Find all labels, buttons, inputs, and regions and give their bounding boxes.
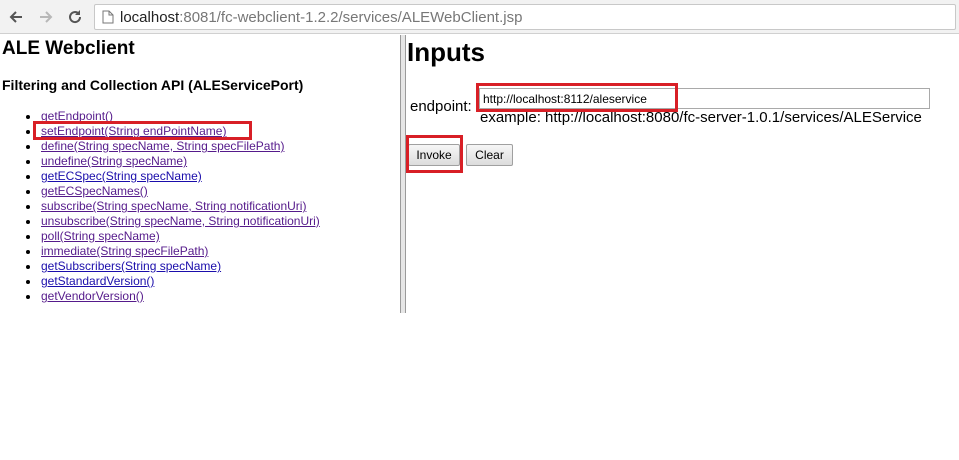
method-link-undefine[interactable]: undefine(String specName) xyxy=(41,154,187,168)
address-bar[interactable]: localhost:8081/fc-webclient-1.2.2/servic… xyxy=(94,4,956,30)
url-text: localhost:8081/fc-webclient-1.2.2/servic… xyxy=(120,9,522,26)
method-link-getstandardversion[interactable]: getStandardVersion() xyxy=(41,274,154,288)
reload-icon xyxy=(69,10,82,24)
method-list: getEndpoint() setEndpoint(String endPoin… xyxy=(25,109,320,304)
list-item: getEndpoint() xyxy=(25,109,320,124)
forward-arrow-icon xyxy=(40,11,53,23)
list-item: getStandardVersion() xyxy=(25,274,320,289)
method-link-getecspec[interactable]: getECSpec(String specName) xyxy=(41,169,202,183)
method-link-getvendorversion[interactable]: getVendorVersion() xyxy=(41,289,144,303)
method-link-getendpoint[interactable]: getEndpoint() xyxy=(41,109,113,123)
method-link-getsubscribers[interactable]: getSubscribers(String specName) xyxy=(41,259,221,273)
back-button[interactable] xyxy=(6,7,26,27)
list-item: immediate(String specFilePath) xyxy=(25,244,320,259)
list-item: poll(String specName) xyxy=(25,229,320,244)
invoke-button[interactable]: Invoke xyxy=(408,144,460,166)
endpoint-example-text: example: http://localhost:8080/fc-server… xyxy=(480,109,922,126)
list-item: getSubscribers(String specName) xyxy=(25,259,320,274)
list-item: getECSpecNames() xyxy=(25,184,320,199)
endpoint-label: endpoint: xyxy=(410,98,472,115)
list-item: getVendorVersion() xyxy=(25,289,320,304)
list-item: getECSpec(String specName) xyxy=(25,169,320,184)
method-link-getecspecnames[interactable]: getECSpecNames() xyxy=(41,184,148,198)
right-frame: Inputs endpoint: example: http://localho… xyxy=(406,35,959,313)
url-host: localhost xyxy=(120,9,180,26)
url-path: :8081/fc-webclient-1.2.2/services/ALEWeb… xyxy=(179,9,523,26)
forward-button[interactable] xyxy=(36,7,56,27)
method-link-immediate[interactable]: immediate(String specFilePath) xyxy=(41,244,208,258)
list-item: subscribe(String specName, String notifi… xyxy=(25,199,320,214)
method-link-unsubscribe[interactable]: unsubscribe(String specName, String noti… xyxy=(41,214,320,228)
inputs-title: Inputs xyxy=(407,37,485,67)
method-link-poll[interactable]: poll(String specName) xyxy=(41,229,160,243)
method-link-subscribe[interactable]: subscribe(String specName, String notifi… xyxy=(41,199,306,213)
method-link-define[interactable]: define(String specName, String specFileP… xyxy=(41,139,284,153)
method-link-setendpoint[interactable]: setEndpoint(String endPointName) xyxy=(41,124,226,138)
back-arrow-icon xyxy=(9,11,22,23)
list-item: define(String specName, String specFileP… xyxy=(25,139,320,154)
clear-button[interactable]: Clear xyxy=(466,144,513,166)
list-item: setEndpoint(String endPointName) xyxy=(25,124,320,139)
api-title: Filtering and Collection API (ALEService… xyxy=(2,77,304,93)
list-item: unsubscribe(String specName, String noti… xyxy=(25,214,320,229)
left-frame: ALE Webclient Filtering and Collection A… xyxy=(0,35,400,313)
app-title: ALE Webclient xyxy=(2,38,135,59)
reload-button[interactable] xyxy=(65,7,85,27)
browser-toolbar: localhost:8081/fc-webclient-1.2.2/servic… xyxy=(0,0,959,34)
list-item: undefine(String specName) xyxy=(25,154,320,169)
endpoint-input[interactable] xyxy=(479,88,930,109)
page-icon xyxy=(102,10,114,24)
